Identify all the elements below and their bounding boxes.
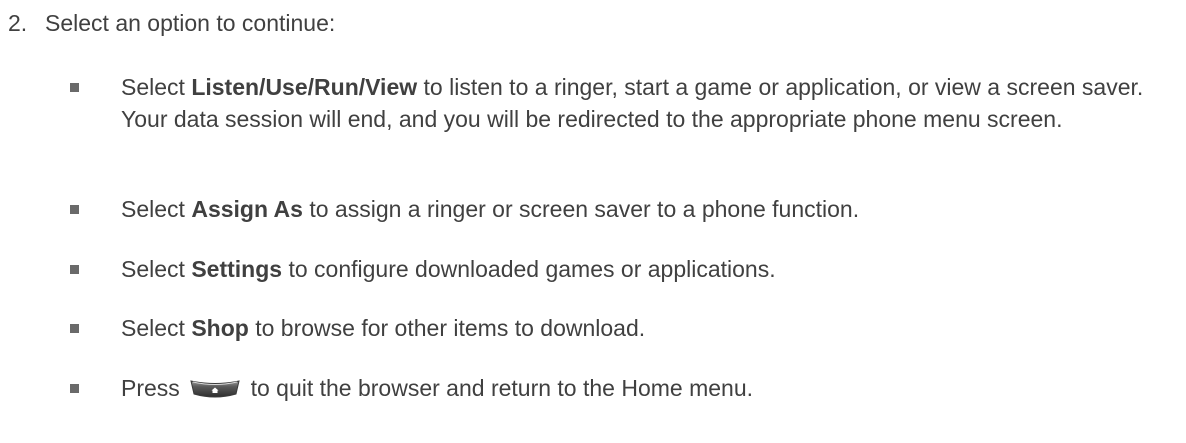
- option-shop: Shop: [191, 315, 249, 341]
- list-item: Select Shop to browse for other items to…: [121, 312, 1181, 344]
- bullet-marker: [70, 265, 79, 274]
- item-description: to assign a ringer or screen saver to a …: [302, 196, 860, 222]
- item-prefix: Select: [121, 196, 192, 222]
- step-number: 2.: [8, 10, 28, 36]
- step-text: Select an option to continue:: [45, 10, 336, 36]
- bullet-marker: [70, 384, 79, 393]
- item-description: to browse for other items to download.: [248, 315, 646, 341]
- item-description: to quit the browser and return to the Ho…: [244, 375, 754, 401]
- item-prefix: Select: [121, 315, 192, 341]
- bullet-marker: [70, 205, 79, 214]
- item-description: to configure downloaded games or applica…: [282, 256, 776, 282]
- item-prefix: Select: [121, 74, 192, 100]
- list-item: Select Assign As to assign a ringer or s…: [121, 193, 1181, 225]
- option-assign-as: Assign As: [191, 196, 303, 222]
- list-item: Select Settings to configure downloaded …: [121, 253, 1181, 285]
- list-item: Select Listen/Use/Run/View to listen to …: [121, 71, 1181, 135]
- home-key-icon: [190, 375, 240, 398]
- bullet-marker: [70, 324, 79, 333]
- bullet-marker: [70, 83, 79, 92]
- option-settings: Settings: [191, 256, 283, 282]
- item-prefix: Select: [121, 256, 192, 282]
- list-item: Press to quit the browser and return to …: [121, 372, 1181, 404]
- option-listen-use-run-view: Listen/Use/Run/View: [191, 74, 418, 100]
- step-2: 2. Select an option to continue:: [8, 8, 335, 38]
- item-prefix: Press: [121, 375, 187, 401]
